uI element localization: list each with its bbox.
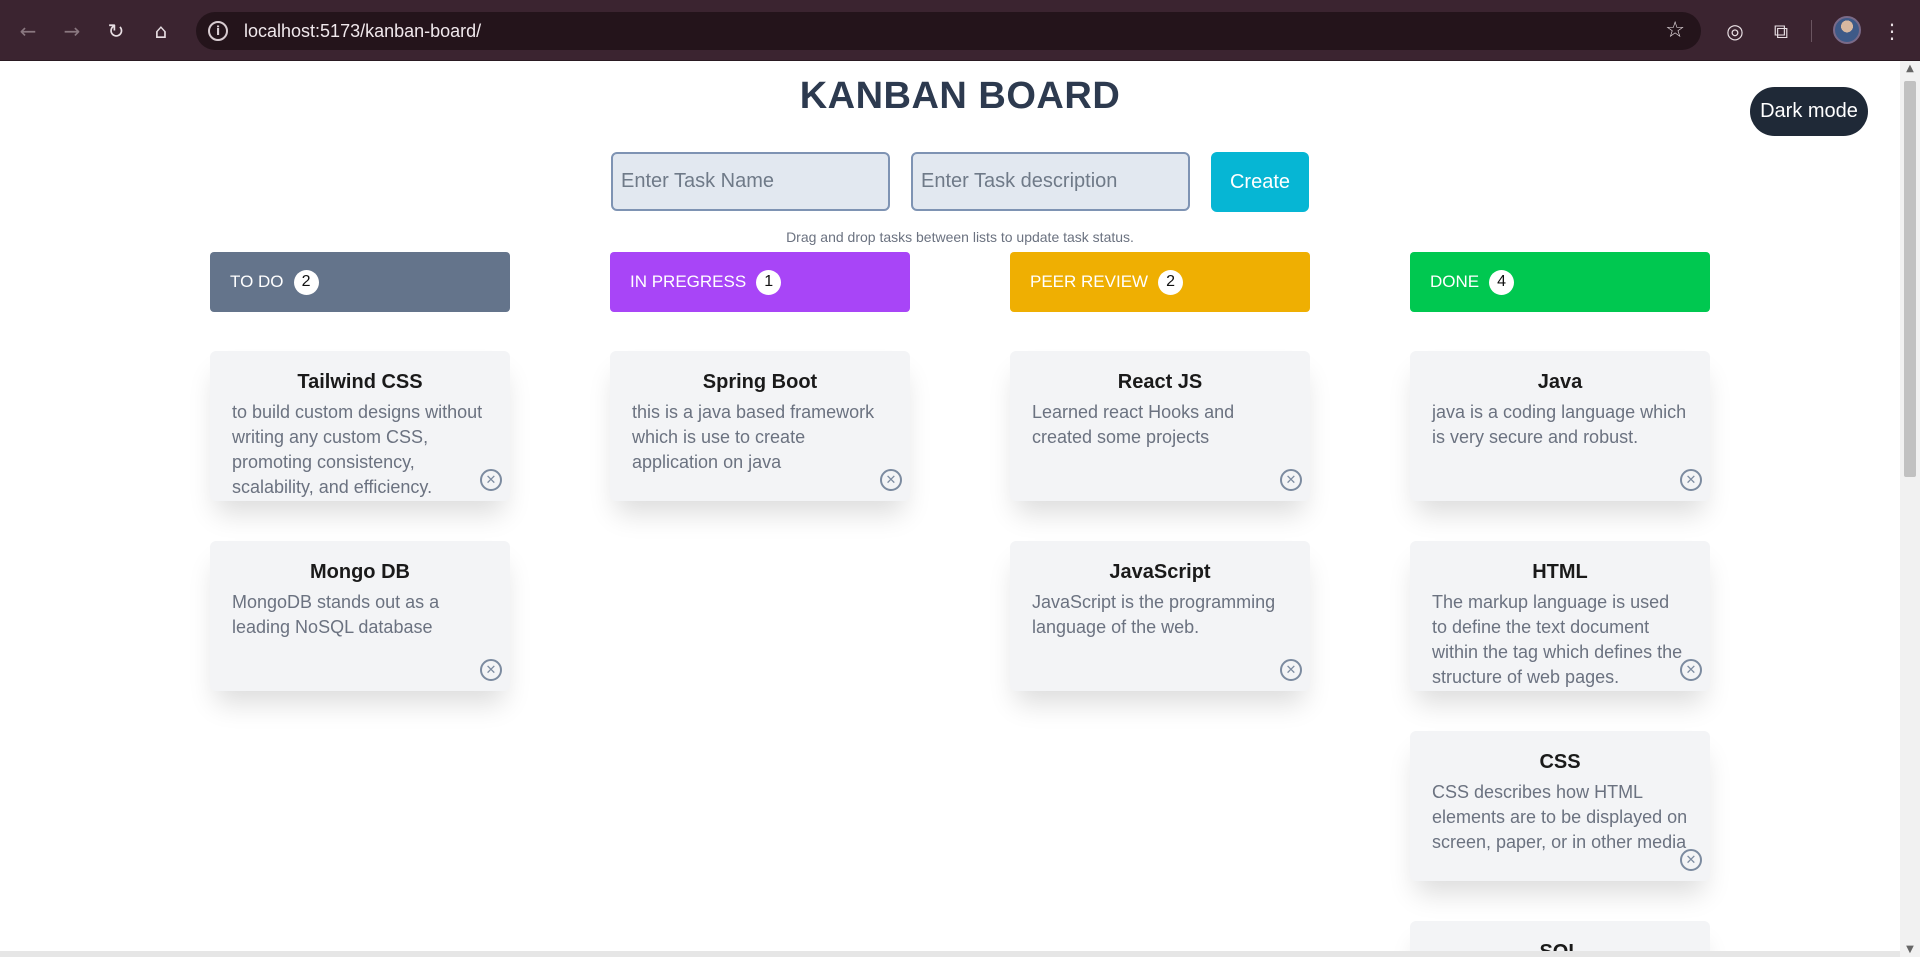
task-description: CSS describes how HTML elements are to b… (1432, 782, 1688, 852)
task-description: to build custom designs without writing … (232, 402, 483, 497)
column-label: TO DO (230, 272, 284, 291)
home-icon[interactable]: ⌂ (143, 13, 179, 49)
column-count-badge: 4 (1489, 269, 1515, 295)
drag-hint: Drag and drop tasks between lists to upd… (786, 229, 1134, 245)
column-label: IN PREGRESS (630, 272, 747, 291)
reload-icon[interactable]: ↻ (98, 13, 134, 49)
delete-task-icon[interactable]: ✕ (1680, 469, 1702, 491)
bookmark-star-icon[interactable]: ☆ (1665, 18, 1685, 43)
page-title: KANBAN BOARD (799, 75, 1121, 117)
task-description: this is a java based framework which is … (632, 402, 875, 472)
column-header-done: DONE 4 (1410, 252, 1710, 312)
column-label: DONE (1430, 272, 1480, 291)
column-header-todo: TO DO 2 (210, 252, 510, 312)
task-name-input[interactable] (611, 152, 890, 211)
task-description-input[interactable] (911, 152, 1190, 211)
profile-avatar[interactable] (1833, 16, 1861, 44)
task-description: The markup language is used to define th… (1432, 592, 1683, 687)
task-title: React JS (1117, 371, 1203, 393)
address-bar[interactable]: i localhost:5173/kanban-board/ ☆ (196, 12, 1701, 50)
column-header-peer-review: PEER REVIEW 2 (1010, 252, 1310, 312)
task-title: Java (1537, 371, 1583, 393)
create-button[interactable]: Create (1211, 152, 1309, 212)
task-card[interactable]: Tailwind CSS to build custom designs wit… (210, 351, 510, 501)
delete-task-icon[interactable]: ✕ (480, 469, 502, 491)
vertical-scrollbar[interactable]: ▲ ▼ (1900, 61, 1920, 957)
extensions-puzzle-icon[interactable]: ⧉ (1764, 14, 1798, 48)
task-description: java is a coding language which is very … (1432, 402, 1687, 447)
column-count-badge: 2 (293, 269, 319, 295)
column-label: PEER REVIEW (1030, 272, 1149, 291)
task-description: MongoDB stands out as a leading NoSQL da… (232, 592, 440, 637)
delete-task-icon[interactable]: ✕ (1280, 469, 1302, 491)
column-header-in-progress: IN PREGRESS 1 (610, 252, 910, 312)
scrollbar-thumb[interactable] (1904, 81, 1916, 477)
browser-toolbar: ← → ↻ ⌂ i localhost:5173/kanban-board/ ☆… (0, 0, 1920, 61)
scroll-down-icon[interactable]: ▼ (1900, 944, 1920, 955)
delete-task-icon[interactable]: ✕ (1680, 849, 1702, 871)
task-title: HTML (1532, 561, 1588, 583)
extension-circle-icon[interactable]: ◎ (1718, 14, 1752, 48)
site-info-icon[interactable]: i (208, 21, 228, 41)
dark-mode-button[interactable]: Dark mode (1750, 87, 1868, 136)
task-card[interactable]: React JS Learned react Hooks and created… (1010, 351, 1310, 501)
task-title: Spring Boot (702, 371, 818, 393)
task-title: Tailwind CSS (297, 371, 423, 393)
task-title: CSS (1539, 751, 1581, 773)
delete-task-icon[interactable]: ✕ (880, 469, 902, 491)
delete-task-icon[interactable]: ✕ (1680, 659, 1702, 681)
forward-icon[interactable]: → (54, 13, 90, 49)
task-card[interactable]: JavaScript JavaScript is the programming… (1010, 541, 1310, 691)
horizontal-scrollbar[interactable] (0, 951, 1900, 957)
task-title: JavaScript (1109, 561, 1211, 583)
task-card[interactable]: Java java is a coding language which is … (1410, 351, 1710, 501)
kanban-page: KANBAN BOARD Dark mode Create Drag and d… (0, 61, 1900, 957)
task-description: JavaScript is the programming language o… (1032, 592, 1276, 637)
task-title: Mongo DB (310, 561, 410, 583)
toolbar-separator (1811, 20, 1812, 42)
task-card[interactable]: Mongo DB MongoDB stands out as a leading… (210, 541, 510, 691)
task-card[interactable]: CSS CSS describes how HTML elements are … (1410, 731, 1710, 881)
task-card[interactable]: Spring Boot this is a java based framewo… (610, 351, 910, 501)
url-text[interactable]: localhost:5173/kanban-board/ (244, 21, 481, 42)
back-icon[interactable]: ← (10, 13, 46, 49)
delete-task-icon[interactable]: ✕ (1280, 659, 1302, 681)
delete-task-icon[interactable]: ✕ (480, 659, 502, 681)
scroll-up-icon[interactable]: ▲ (1900, 63, 1920, 74)
column-count-badge: 2 (1158, 269, 1184, 295)
task-description: Learned react Hooks and created some pro… (1032, 402, 1235, 447)
menu-kebab-icon[interactable]: ⋮ (1875, 14, 1909, 48)
column-count-badge: 1 (756, 269, 782, 295)
task-card[interactable]: HTML The markup language is used to defi… (1410, 541, 1710, 691)
